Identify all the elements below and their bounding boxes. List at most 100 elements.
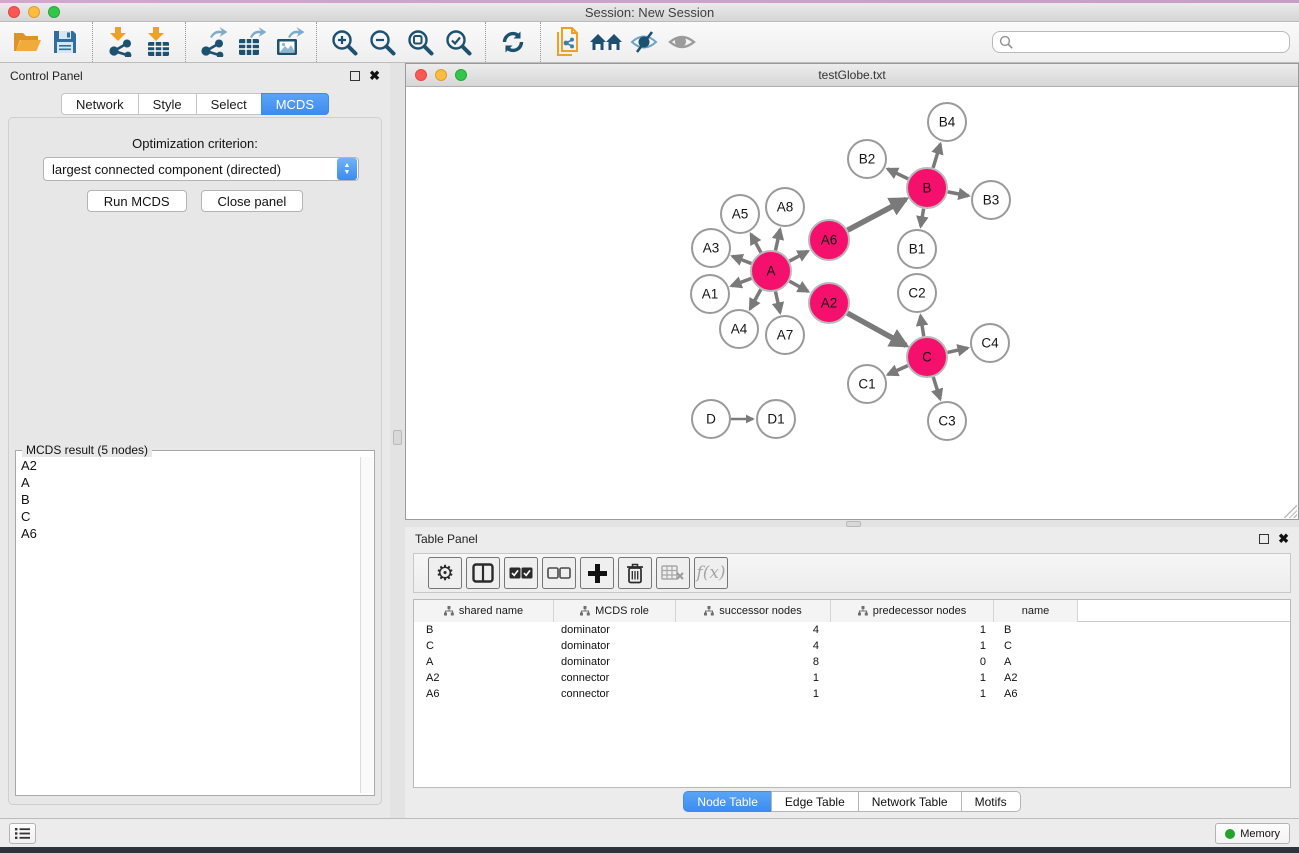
delete-table-button[interactable] bbox=[656, 557, 690, 589]
column-header-name[interactable]: name bbox=[994, 600, 1078, 622]
search-input[interactable] bbox=[1014, 35, 1283, 49]
float-panel-icon[interactable] bbox=[350, 71, 360, 81]
show-all-button[interactable] bbox=[663, 25, 701, 59]
column-header-predecessor-nodes[interactable]: predecessor nodes bbox=[831, 600, 994, 622]
import-network-button[interactable] bbox=[101, 25, 139, 59]
duplicate-network-button[interactable] bbox=[549, 25, 587, 59]
zoom-selected-button[interactable] bbox=[439, 25, 477, 59]
edge-A-A6[interactable] bbox=[790, 251, 808, 261]
delete-column-button[interactable] bbox=[618, 557, 652, 589]
export-image-button[interactable] bbox=[270, 25, 308, 59]
open-session-button[interactable] bbox=[8, 25, 46, 59]
save-session-button[interactable] bbox=[46, 25, 84, 59]
horizontal-splitter[interactable] bbox=[405, 520, 1299, 527]
edge-C-C1[interactable] bbox=[888, 366, 908, 375]
edge-B-B3[interactable] bbox=[948, 192, 969, 196]
criterion-dropdown[interactable]: largest connected component (directed) ▲… bbox=[43, 157, 359, 181]
edge-A-A5[interactable] bbox=[751, 234, 761, 252]
edge-C-C2[interactable] bbox=[921, 316, 924, 337]
tab-style[interactable]: Style bbox=[138, 93, 196, 115]
edge-B-B2[interactable] bbox=[888, 169, 908, 179]
function-builder-button[interactable]: f(x) bbox=[694, 557, 728, 589]
search-field[interactable] bbox=[992, 31, 1290, 53]
table-row[interactable]: Adominator80A bbox=[414, 654, 1290, 670]
result-scrollbar[interactable] bbox=[360, 457, 373, 793]
table-row[interactable]: A2connector11A2 bbox=[414, 670, 1290, 686]
node-label-D1: D1 bbox=[767, 412, 784, 427]
hide-selected-button[interactable] bbox=[625, 25, 663, 59]
table-row[interactable]: Cdominator41C bbox=[414, 638, 1290, 654]
edge-A-A3[interactable] bbox=[732, 256, 751, 263]
zoom-fit-icon bbox=[406, 28, 434, 56]
export-network-button[interactable] bbox=[194, 25, 232, 59]
result-item[interactable]: A6 bbox=[17, 525, 361, 542]
edge-C-C4[interactable] bbox=[947, 348, 967, 352]
minimize-window-button[interactable] bbox=[28, 6, 40, 18]
run-mcds-button[interactable]: Run MCDS bbox=[87, 190, 187, 212]
result-item[interactable]: B bbox=[17, 491, 361, 508]
network-window-titlebar[interactable]: testGlobe.txt bbox=[406, 64, 1298, 87]
tab-select[interactable]: Select bbox=[196, 93, 261, 115]
zoom-fit-button[interactable] bbox=[401, 25, 439, 59]
export-table-button[interactable] bbox=[232, 25, 270, 59]
edge-B-B4[interactable] bbox=[933, 144, 940, 168]
memory-button[interactable]: Memory bbox=[1215, 823, 1290, 844]
table-row[interactable]: Bdominator41B bbox=[414, 622, 1290, 638]
result-item[interactable]: A bbox=[17, 474, 361, 491]
vertical-splitter-handle[interactable] bbox=[393, 430, 402, 445]
table-row[interactable]: A6connector11A6 bbox=[414, 686, 1290, 702]
export-image-icon bbox=[274, 27, 304, 57]
node-label-A5: A5 bbox=[732, 207, 749, 222]
node-label-B: B bbox=[922, 181, 931, 196]
table-settings-button[interactable]: ⚙ bbox=[428, 557, 462, 589]
edge-A2-C[interactable] bbox=[847, 313, 906, 345]
network-close-button[interactable] bbox=[415, 69, 427, 81]
edge-A-A1[interactable] bbox=[732, 278, 752, 285]
node-table[interactable]: shared nameMCDS rolesuccessor nodesprede… bbox=[413, 599, 1291, 788]
tab-mcds[interactable]: MCDS bbox=[261, 93, 329, 115]
column-header-successor-nodes[interactable]: successor nodes bbox=[676, 600, 831, 622]
refresh-layout-button[interactable] bbox=[494, 25, 532, 59]
resize-grip[interactable] bbox=[1284, 505, 1297, 518]
edge-A-A8[interactable] bbox=[775, 229, 780, 250]
mcds-result-list[interactable]: A2ABCA6 bbox=[17, 457, 361, 793]
edge-A-A2[interactable] bbox=[789, 281, 808, 291]
edge-B-B1[interactable] bbox=[921, 209, 924, 227]
close-panel-button[interactable]: Close panel bbox=[201, 190, 304, 212]
tab-network-table[interactable]: Network Table bbox=[858, 791, 961, 812]
edge-C-C3[interactable] bbox=[933, 377, 940, 399]
tab-network[interactable]: Network bbox=[61, 93, 138, 115]
zoom-window-button[interactable] bbox=[48, 6, 60, 18]
import-table-button[interactable] bbox=[139, 25, 177, 59]
network-minimize-button[interactable] bbox=[435, 69, 447, 81]
close-window-button[interactable] bbox=[8, 6, 20, 18]
vertical-splitter[interactable] bbox=[390, 63, 405, 818]
network-canvas[interactable]: AA1A3A4A5A7A8A6A2BB1B2B3B4CC1C2C3C4DD1 bbox=[406, 87, 1298, 519]
table-header-row: shared nameMCDS rolesuccessor nodesprede… bbox=[414, 600, 1290, 622]
result-item[interactable]: C bbox=[17, 508, 361, 525]
home-views-button[interactable] bbox=[587, 25, 625, 59]
result-item[interactable]: A2 bbox=[17, 457, 361, 474]
network-zoom-button[interactable] bbox=[455, 69, 467, 81]
select-all-button[interactable] bbox=[504, 557, 538, 589]
tab-edge-table[interactable]: Edge Table bbox=[771, 791, 858, 812]
edge-A6-B[interactable] bbox=[848, 199, 906, 230]
add-column-button[interactable] bbox=[580, 557, 614, 589]
close-table-panel-icon[interactable]: ✖ bbox=[1278, 534, 1289, 544]
zoom-out-button[interactable] bbox=[363, 25, 401, 59]
close-panel-icon[interactable]: ✖ bbox=[369, 71, 380, 81]
zoom-in-button[interactable] bbox=[325, 25, 363, 59]
edge-A-A7[interactable] bbox=[775, 292, 780, 313]
column-header-shared-name[interactable]: shared name bbox=[414, 600, 554, 622]
column-header-MCDS-role[interactable]: MCDS role bbox=[554, 600, 676, 622]
window-titlebar[interactable]: Session: New Session bbox=[0, 3, 1299, 22]
tab-motifs[interactable]: Motifs bbox=[961, 791, 1021, 812]
column-layout-button[interactable] bbox=[466, 557, 500, 589]
table-cell: A bbox=[414, 654, 554, 670]
task-history-button[interactable] bbox=[9, 823, 36, 844]
edge-A-A4[interactable] bbox=[750, 289, 761, 308]
deselect-all-button[interactable] bbox=[542, 557, 576, 589]
tab-node-table[interactable]: Node Table bbox=[683, 791, 771, 812]
function-icon: f(x) bbox=[696, 563, 725, 583]
float-table-panel-icon[interactable] bbox=[1259, 534, 1269, 544]
